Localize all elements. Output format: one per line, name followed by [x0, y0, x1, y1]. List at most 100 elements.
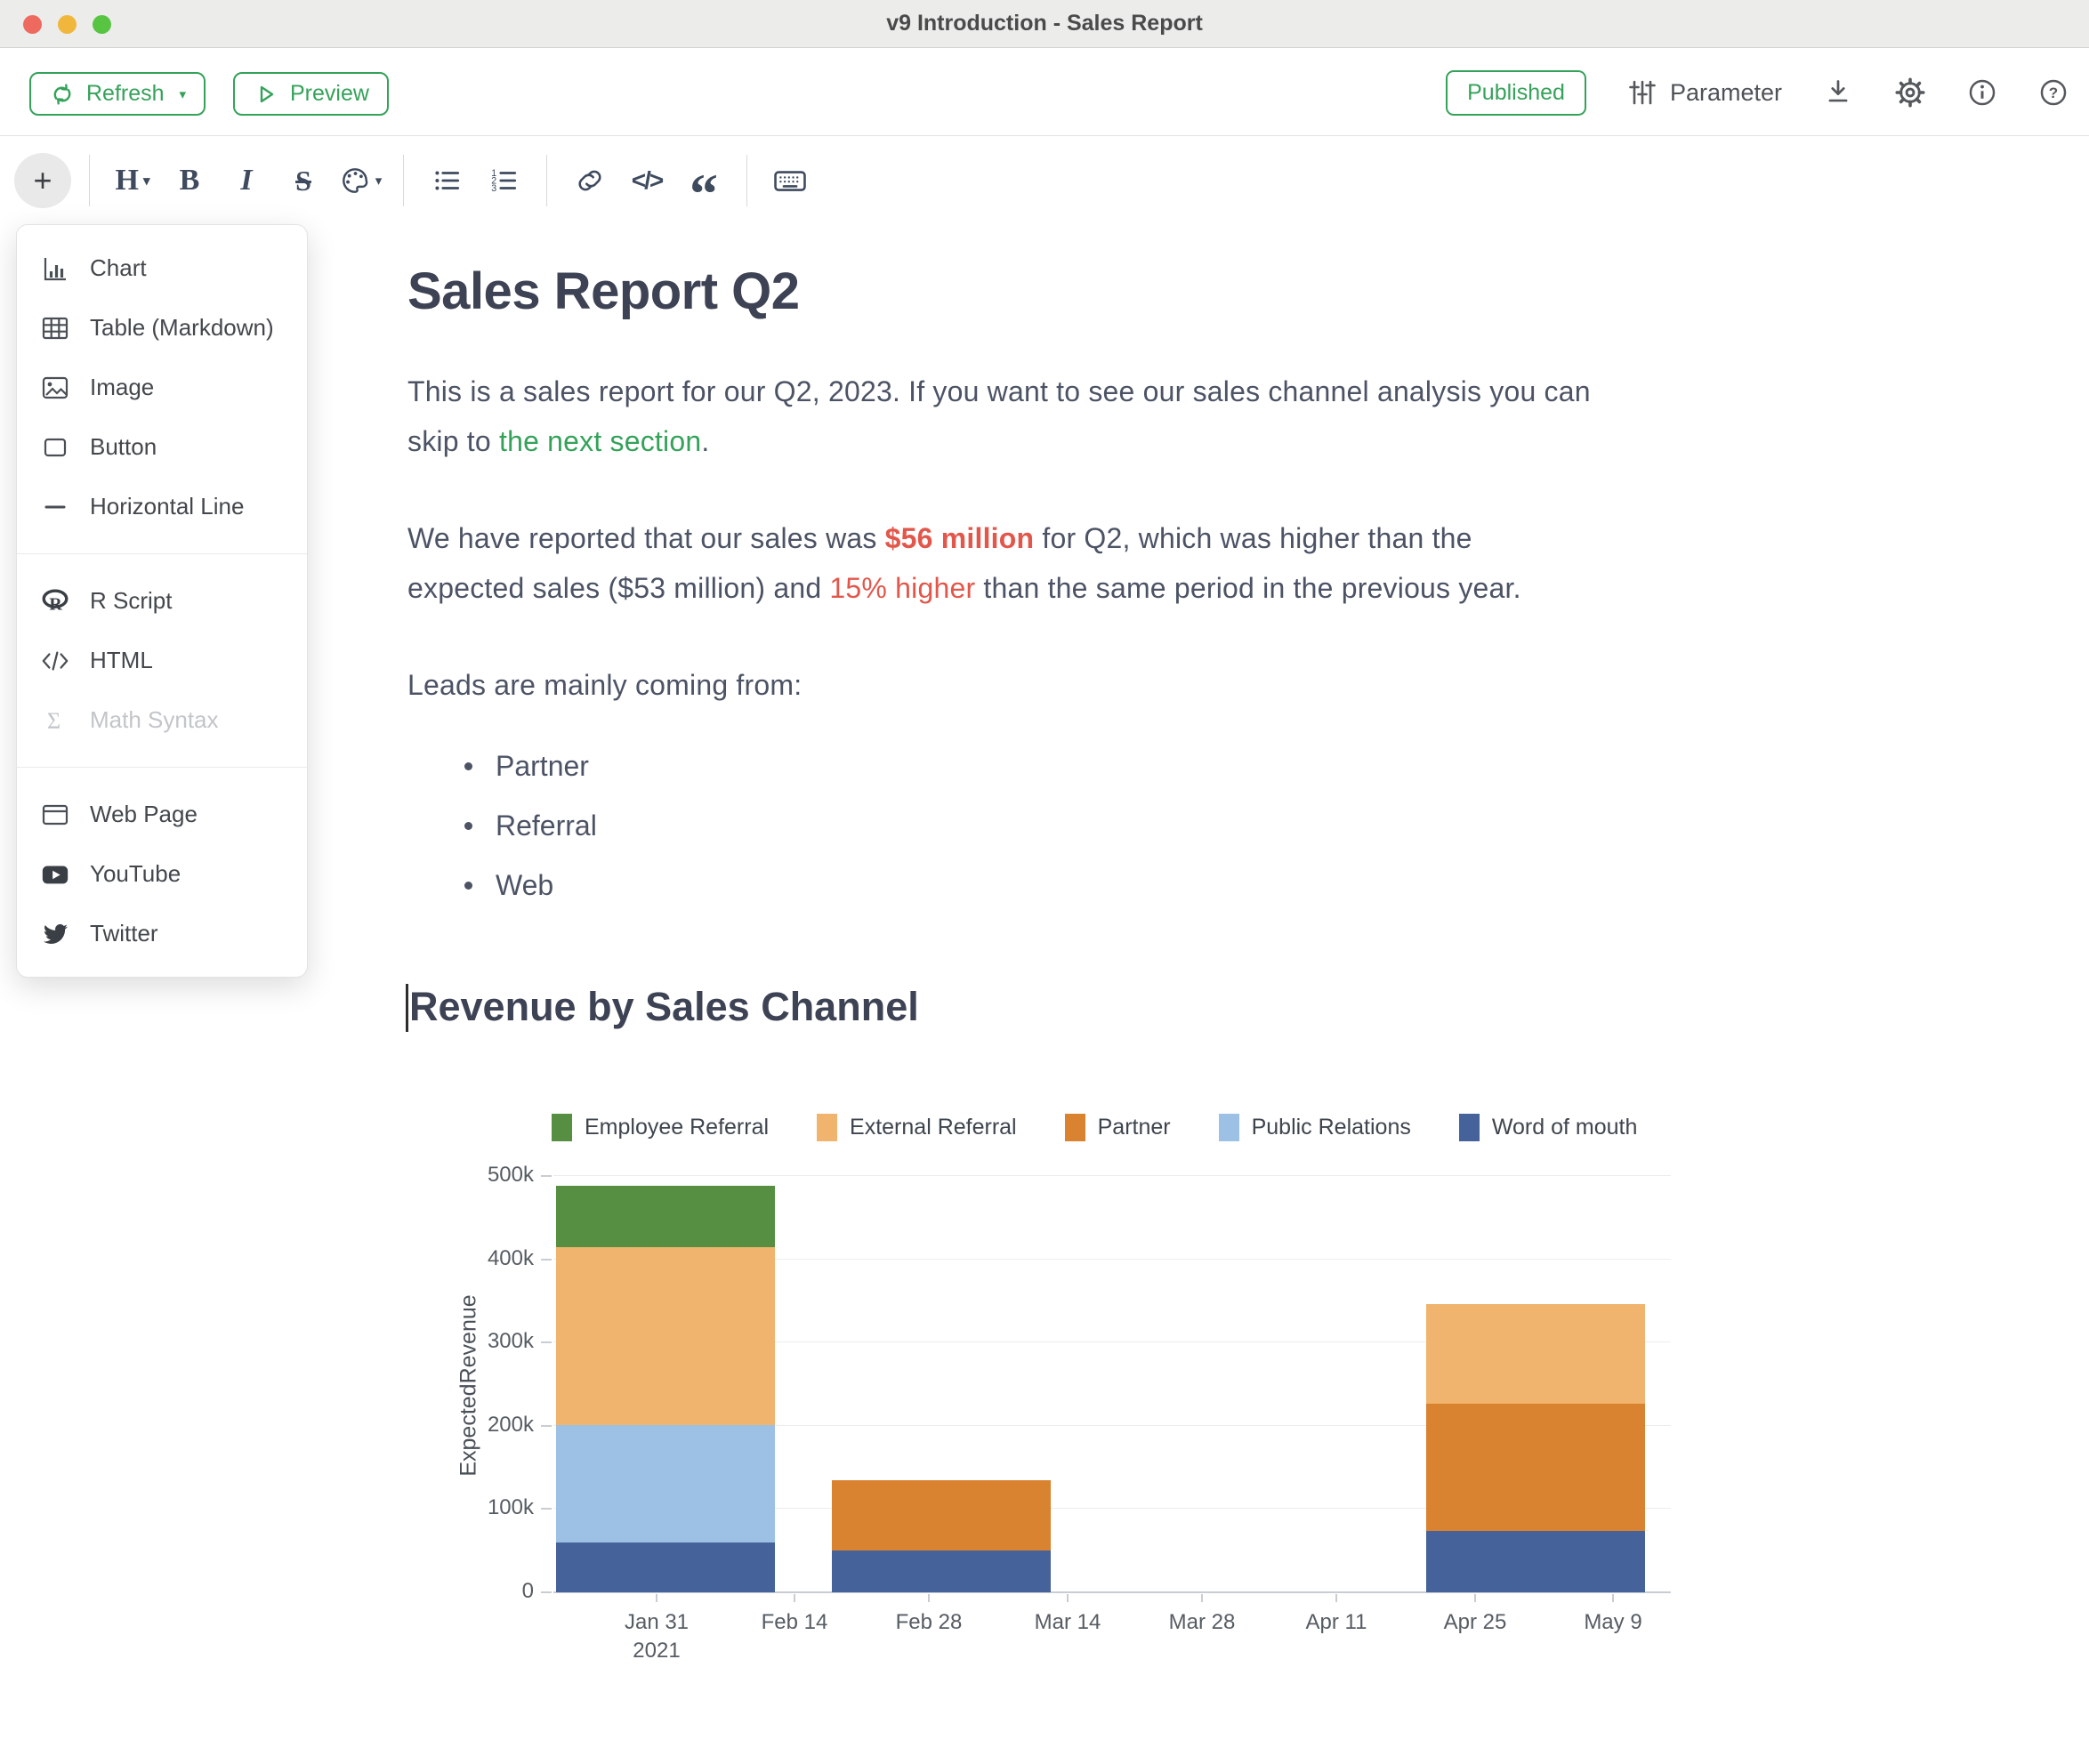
menu-divider [17, 553, 307, 554]
preview-button[interactable]: Preview [233, 72, 389, 116]
y-tick-mark [541, 1175, 552, 1177]
text-color-button[interactable]: ▾ [335, 149, 385, 212]
menu-item-twitter[interactable]: Twitter [17, 904, 307, 963]
bar-segment-external-referral [1426, 1304, 1645, 1403]
menu-item-button[interactable]: Button [17, 417, 307, 477]
menu-item-image[interactable]: Image [17, 358, 307, 417]
toolbar-separator [403, 155, 404, 206]
y-tick-label: 100k [445, 1495, 534, 1520]
legend-item-word-of-mouth[interactable]: Word of mouth [1459, 1114, 1638, 1141]
download-icon [1823, 77, 1853, 108]
next-section-link[interactable]: the next section [499, 425, 701, 457]
x-tick-mark [1201, 1594, 1203, 1602]
heading-menu-button[interactable]: H▾ [108, 149, 157, 212]
published-badge[interactable]: Published [1446, 70, 1586, 116]
bullet-list-button[interactable] [422, 149, 472, 212]
chart-icon [40, 254, 70, 284]
y-tick-mark [541, 1591, 552, 1593]
bullet-list-icon [431, 165, 463, 197]
table-icon [40, 313, 70, 343]
bullet-icon [464, 822, 472, 830]
text-cursor [406, 984, 408, 1032]
legend-swatch [817, 1114, 837, 1141]
toolbar-separator [89, 155, 90, 206]
download-button[interactable] [1823, 77, 1853, 108]
web-page-icon [40, 800, 70, 830]
intro-paragraph: This is a sales report for our Q2, 2023.… [407, 366, 1724, 466]
list-item: Referral [464, 796, 597, 856]
text-run: for Q2, which was higher than the [1034, 522, 1472, 554]
legend-swatch [1065, 1114, 1085, 1141]
strikethrough-button[interactable]: S [278, 149, 328, 212]
x-tick-label: Feb 28 [867, 1608, 991, 1637]
menu-item-web-page[interactable]: Web Page [17, 785, 307, 844]
menu-item-label: R Script [90, 587, 172, 615]
text-run: $56 million [885, 522, 1035, 554]
settings-button[interactable] [1894, 77, 1926, 109]
y-tick-label: 500k [445, 1163, 534, 1188]
heading-dropdown-caret-icon: ▾ [143, 173, 150, 189]
x-tick-mark [1335, 1594, 1337, 1602]
menu-item-table-markdown[interactable]: Table (Markdown) [17, 298, 307, 358]
text-run: expected sales ($53 million) and [407, 572, 829, 604]
help-button[interactable]: ? [2038, 77, 2069, 108]
menu-item-label: HTML [90, 647, 153, 674]
keyboard-shortcuts-button[interactable] [765, 149, 815, 212]
y-tick-label: 300k [445, 1329, 534, 1354]
insert-plus-button[interactable]: + [14, 153, 71, 208]
link-icon [574, 165, 606, 197]
list-item: Web [464, 856, 597, 915]
legend-item-employee-referral[interactable]: Employee Referral [552, 1114, 769, 1141]
text-run: . [701, 425, 709, 457]
palette-icon [339, 165, 371, 197]
parameter-button[interactable]: Parameter [1627, 77, 1782, 108]
svg-text:?: ? [2049, 85, 2058, 101]
horizontal-line-icon [40, 492, 70, 522]
svg-text:Σ: Σ [47, 708, 60, 734]
x-tick-label: Jan 312021 [594, 1608, 719, 1665]
legend-item-partner[interactable]: Partner [1065, 1114, 1171, 1141]
menu-item-html[interactable]: HTML [17, 631, 307, 690]
x-tick-mark [1067, 1594, 1069, 1602]
bold-button[interactable]: B [165, 149, 214, 212]
menu-item-chart[interactable]: Chart [17, 238, 307, 298]
x-tick-label: Mar 28 [1140, 1608, 1264, 1637]
bar-segment-external-referral [556, 1247, 775, 1424]
legend-label: Partner [1098, 1115, 1171, 1140]
insert-menu: ChartTable (Markdown)Image Button Horizont… [16, 224, 308, 978]
x-tick-mark [928, 1594, 930, 1602]
x-tick-mark [794, 1594, 795, 1602]
text-run: than the same period in the previous yea… [975, 572, 1520, 604]
numbered-list-button[interactable]: 1 2 3 [479, 149, 528, 212]
x-tick-label: Mar 14 [1005, 1608, 1130, 1637]
menu-item-label: Horizontal Line [90, 493, 244, 520]
bar-segment-partner [1426, 1404, 1645, 1531]
legend-item-external-referral[interactable]: External Referral [817, 1114, 1017, 1141]
italic-button[interactable]: I [222, 149, 271, 212]
image-icon [40, 373, 70, 403]
gear-icon [1894, 77, 1926, 109]
youtube-icon [40, 858, 70, 890]
menu-item-youtube[interactable]: YouTube [17, 844, 307, 904]
page-title: Sales Report Q2 [407, 262, 800, 321]
menu-item-r-script[interactable]: RR Script [17, 571, 307, 631]
menu-item-label: Button [90, 433, 157, 461]
code-button[interactable]: </> [622, 149, 672, 212]
y-tick-mark [541, 1341, 552, 1343]
legend-label: Employee Referral [585, 1115, 769, 1140]
legend-item-public-relations[interactable]: Public Relations [1219, 1114, 1411, 1141]
menu-item-label: YouTube [90, 860, 181, 888]
link-button[interactable] [565, 149, 615, 212]
color-dropdown-caret-icon: ▾ [375, 173, 383, 189]
text-run: skip to [407, 425, 499, 457]
bullet-icon [464, 882, 472, 890]
info-button[interactable] [1967, 77, 1997, 108]
button-icon [40, 432, 70, 463]
parameter-label: Parameter [1670, 79, 1782, 107]
x-tick-label: Apr 11 [1274, 1608, 1399, 1637]
bullet-icon [464, 762, 472, 770]
blockquote-button[interactable]: “ [679, 149, 729, 212]
menu-item-horizontal-line[interactable]: Horizontal Line [17, 477, 307, 536]
refresh-button[interactable]: Refresh ▾ [29, 72, 206, 116]
legend-label: External Referral [850, 1115, 1017, 1140]
